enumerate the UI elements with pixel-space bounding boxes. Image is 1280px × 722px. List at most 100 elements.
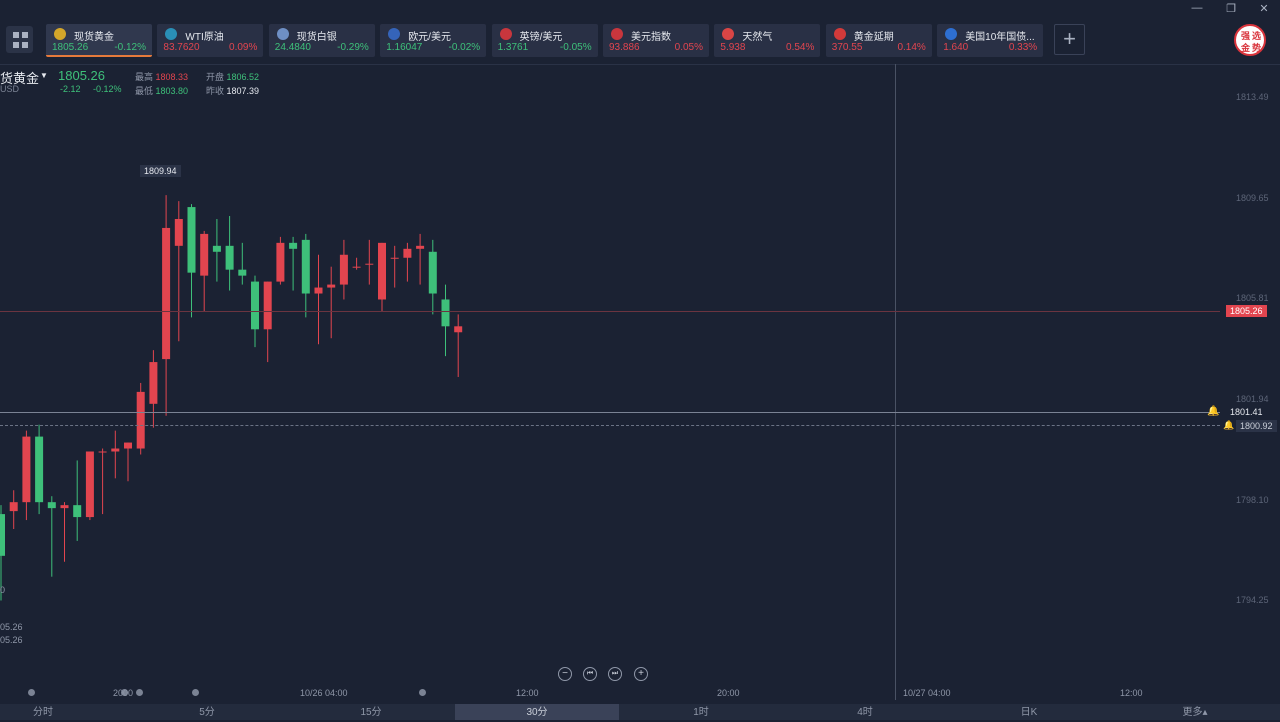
- alert-bell-icon[interactable]: 🔔: [1223, 420, 1234, 431]
- candle-body: [238, 269, 247, 276]
- candle[interactable]: [136, 382, 145, 455]
- zoom-in-button[interactable]: +: [634, 667, 648, 681]
- candle[interactable]: [263, 281, 272, 363]
- gold-bar-icon: [833, 28, 846, 40]
- candle-body: [149, 362, 158, 404]
- candle[interactable]: [162, 195, 171, 416]
- candle-body: [416, 245, 425, 249]
- ticker-change: 0.09%: [229, 42, 258, 53]
- ticker-card[interactable]: 英镑/美元 1.3761 -0.05%: [491, 24, 598, 57]
- candle[interactable]: [428, 239, 437, 315]
- candle[interactable]: [454, 314, 463, 377]
- candle[interactable]: [174, 201, 183, 342]
- x-axis-label: 12:00: [1120, 688, 1143, 698]
- candle[interactable]: [85, 451, 94, 521]
- coin-icon: [54, 28, 66, 40]
- tab-timeframe[interactable]: 4时: [783, 704, 947, 720]
- tab-timeframe-selected[interactable]: 30分: [455, 704, 619, 720]
- ticker-card[interactable]: 欧元/美元 1.16047 -0.02%: [380, 24, 487, 57]
- flame-icon: [722, 28, 735, 40]
- ticker-card[interactable]: WTI原油 83.7620 0.09%: [157, 24, 264, 57]
- event-marker[interactable]: [28, 689, 35, 696]
- candle[interactable]: [47, 496, 56, 577]
- x-axis-label: 20:00: [717, 688, 740, 698]
- brand-logo[interactable]: 强 选 金 势: [1234, 24, 1266, 56]
- candle[interactable]: [352, 257, 361, 270]
- ticker-name: 天然气: [742, 32, 773, 43]
- candle[interactable]: [124, 442, 132, 482]
- candle[interactable]: [200, 230, 209, 312]
- ticker-card[interactable]: 美元指数 93.886 0.05%: [603, 24, 709, 57]
- tab-timeframe[interactable]: 1时: [619, 704, 783, 720]
- scroll-end-button[interactable]: ⏭: [608, 667, 622, 681]
- left-label: 0: [0, 585, 6, 595]
- zoom-out-button[interactable]: −: [558, 667, 572, 681]
- candle[interactable]: [149, 350, 158, 428]
- candle[interactable]: [187, 204, 196, 318]
- candle[interactable]: [301, 233, 310, 318]
- grid-menu-button[interactable]: [6, 26, 33, 53]
- x-axis-label: 2000: [113, 688, 134, 698]
- restore-button[interactable]: ❐: [1222, 2, 1240, 15]
- candle[interactable]: [35, 424, 44, 515]
- ticker-card[interactable]: 天然气 5.938 0.54%: [714, 24, 821, 57]
- candle[interactable]: [22, 430, 31, 521]
- candle[interactable]: [60, 502, 69, 562]
- tab-timeframe[interactable]: 日K: [947, 704, 1111, 720]
- candle[interactable]: [276, 236, 285, 285]
- candle-body: [98, 451, 107, 453]
- ticker-change: -0.29%: [337, 42, 369, 53]
- candle-body: [263, 281, 272, 330]
- candle[interactable]: [390, 245, 399, 288]
- candle[interactable]: [365, 239, 374, 285]
- event-marker[interactable]: [136, 689, 143, 696]
- ticker-name: 英镑/美元: [519, 32, 563, 43]
- candle[interactable]: [289, 236, 298, 291]
- ticker-card[interactable]: 现货黄金 1805.26 -0.12%: [46, 24, 152, 57]
- tab-timeframe[interactable]: 5分: [125, 704, 289, 720]
- candle[interactable]: [378, 242, 386, 312]
- candle[interactable]: [339, 239, 348, 300]
- minimize-button[interactable]: —: [1188, 2, 1206, 14]
- candle[interactable]: [314, 254, 323, 345]
- left-label: 05.26: [0, 635, 23, 645]
- ticker-card[interactable]: 黄金延期 370.55 0.14%: [825, 24, 932, 57]
- ticker-change: -0.02%: [448, 42, 481, 53]
- alert-price-tag[interactable]: 1800.92: [1236, 420, 1277, 432]
- event-marker[interactable]: [419, 689, 426, 696]
- ticker-price: 5.938: [720, 42, 746, 53]
- scroll-start-button[interactable]: ⏮: [583, 667, 597, 681]
- candle[interactable]: [441, 284, 450, 357]
- candle[interactable]: [73, 460, 82, 541]
- ticker-price: 83.7620: [163, 42, 200, 53]
- alert-line: [0, 425, 1220, 427]
- tab-timeframe[interactable]: 分时: [0, 704, 86, 720]
- candle-body: [352, 266, 361, 268]
- bell-icon[interactable]: 🔔: [1207, 406, 1219, 417]
- candle-body: [390, 257, 399, 259]
- candlestick-chart[interactable]: [0, 64, 1220, 684]
- candle-body: [327, 284, 336, 288]
- candle-body: [403, 248, 412, 258]
- event-marker[interactable]: [192, 689, 199, 696]
- candle[interactable]: [212, 219, 221, 282]
- ticker-card[interactable]: 现货白银 24.4840 -0.29%: [268, 24, 375, 57]
- candle[interactable]: [111, 430, 120, 479]
- candle[interactable]: [238, 242, 247, 285]
- add-ticker-button[interactable]: +: [1054, 24, 1085, 55]
- candle[interactable]: [327, 266, 336, 339]
- y-axis-label: 1805.81: [1236, 293, 1269, 303]
- close-button[interactable]: ✕: [1255, 2, 1273, 15]
- ticker-price: 93.886: [609, 42, 640, 53]
- candle[interactable]: [9, 490, 18, 529]
- candle[interactable]: [403, 242, 412, 282]
- candle-body: [85, 451, 94, 518]
- ticker-name: 美国10年国债...: [965, 32, 1035, 43]
- candle[interactable]: [225, 216, 234, 291]
- tab-timeframe[interactable]: 15分: [289, 704, 453, 720]
- x-axis-label: 10/27 04:00: [903, 688, 951, 698]
- ticker-card[interactable]: 美国10年国债... 1.640 0.33%: [937, 24, 1044, 57]
- more-menu[interactable]: 更多▴: [1170, 704, 1220, 720]
- candle[interactable]: [416, 233, 425, 285]
- candle[interactable]: [98, 448, 107, 515]
